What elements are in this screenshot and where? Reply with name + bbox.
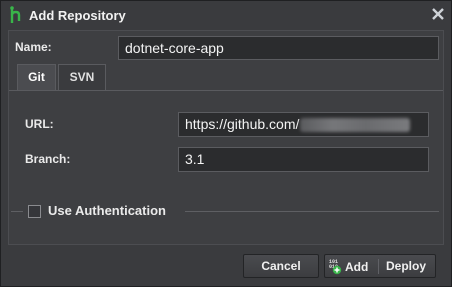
deploy-button[interactable]: Deploy: [386, 255, 426, 277]
git-branch-icon: [10, 6, 21, 23]
button-separator: [378, 259, 379, 274]
add-repository-dialog: Add Repository Name: dotnet-core-app Git…: [0, 0, 452, 287]
url-value: https://github.com/: [185, 116, 300, 132]
add-package-icon: 101 010: [329, 259, 342, 275]
name-input[interactable]: dotnet-core-app: [118, 36, 439, 60]
add-button[interactable]: 101 010 Add: [329, 258, 375, 275]
form-panel: Name: dotnet-core-app Git SVN URL: https…: [8, 30, 444, 245]
url-label: URL:: [25, 117, 54, 131]
name-label: Name:: [15, 40, 52, 54]
add-label: Add: [345, 260, 369, 274]
close-icon[interactable]: [431, 7, 445, 21]
redacted-url-path: [300, 118, 411, 133]
title-bar: Add Repository: [1, 1, 451, 30]
tab-svn[interactable]: SVN: [58, 64, 106, 90]
git-tab-panel: URL: https://github.com/ Branch: 3.1: [9, 90, 443, 241]
tab-git[interactable]: Git: [17, 64, 56, 90]
dialog-title: Add Repository: [29, 8, 126, 23]
auth-divider-right: [185, 211, 439, 212]
url-input[interactable]: https://github.com/: [178, 112, 429, 137]
use-authentication-checkbox[interactable]: [28, 205, 41, 218]
branch-label: Branch:: [25, 152, 71, 166]
cancel-button[interactable]: Cancel: [243, 254, 319, 278]
auth-divider-left: [11, 211, 23, 212]
add-deploy-split-button: 101 010 Add Deploy: [324, 254, 436, 278]
use-authentication-label: Use Authentication: [48, 203, 166, 218]
branch-input[interactable]: 3.1: [178, 147, 429, 172]
